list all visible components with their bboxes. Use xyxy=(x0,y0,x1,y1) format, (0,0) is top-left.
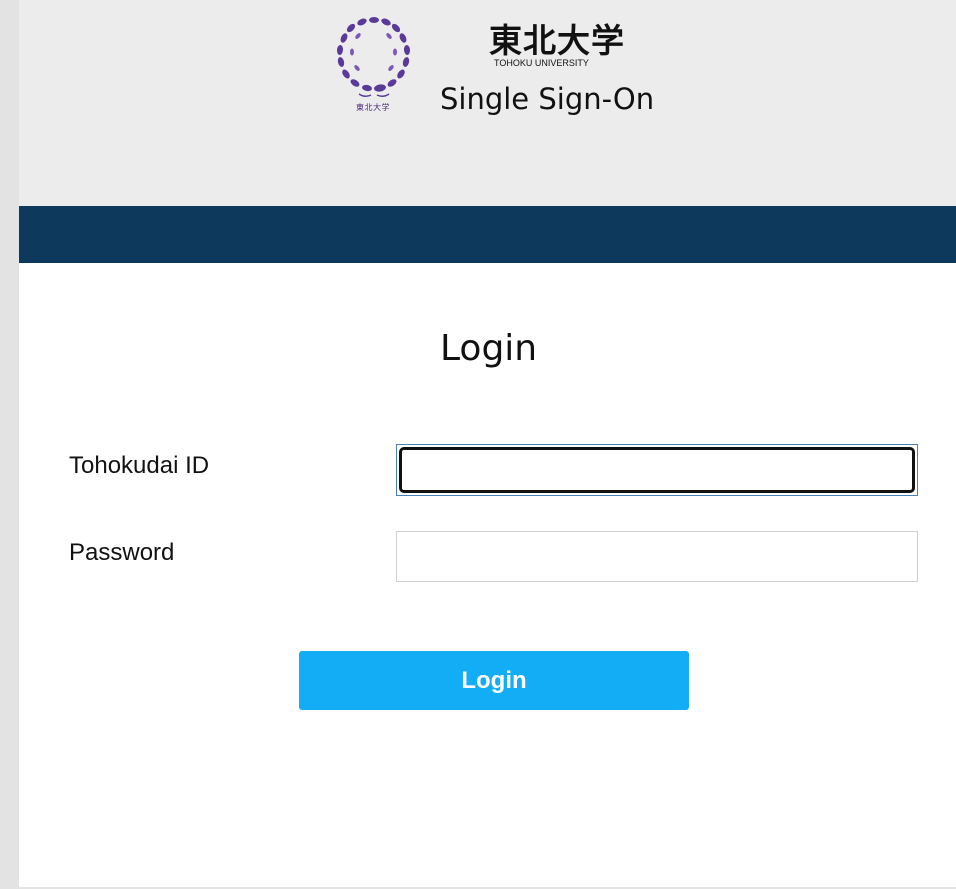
tohokudai-id-input[interactable] xyxy=(399,447,915,493)
password-input[interactable] xyxy=(396,531,918,582)
left-border xyxy=(0,0,19,889)
site-header: 東北大学 東北大学 TOHOKU UNIVERSITY Single Sign-… xyxy=(19,0,956,206)
login-button[interactable]: Login xyxy=(299,651,689,710)
sso-login-page: 東北大学 東北大学 TOHOKU UNIVERSITY Single Sign-… xyxy=(0,0,956,889)
login-heading: Login xyxy=(440,328,538,369)
tohokudai-id-label: Tohokudai ID xyxy=(69,452,210,479)
university-name-english: TOHOKU UNIVERSITY xyxy=(494,58,589,68)
logo-caption: 東北大学 xyxy=(356,103,390,112)
page-title: Single Sign-On xyxy=(440,82,655,116)
university-name-japanese: 東北大学 xyxy=(489,21,625,60)
header-navigation-band xyxy=(19,206,956,263)
password-label: Password xyxy=(69,539,175,566)
tohokudai-id-focus-ring xyxy=(396,444,918,496)
